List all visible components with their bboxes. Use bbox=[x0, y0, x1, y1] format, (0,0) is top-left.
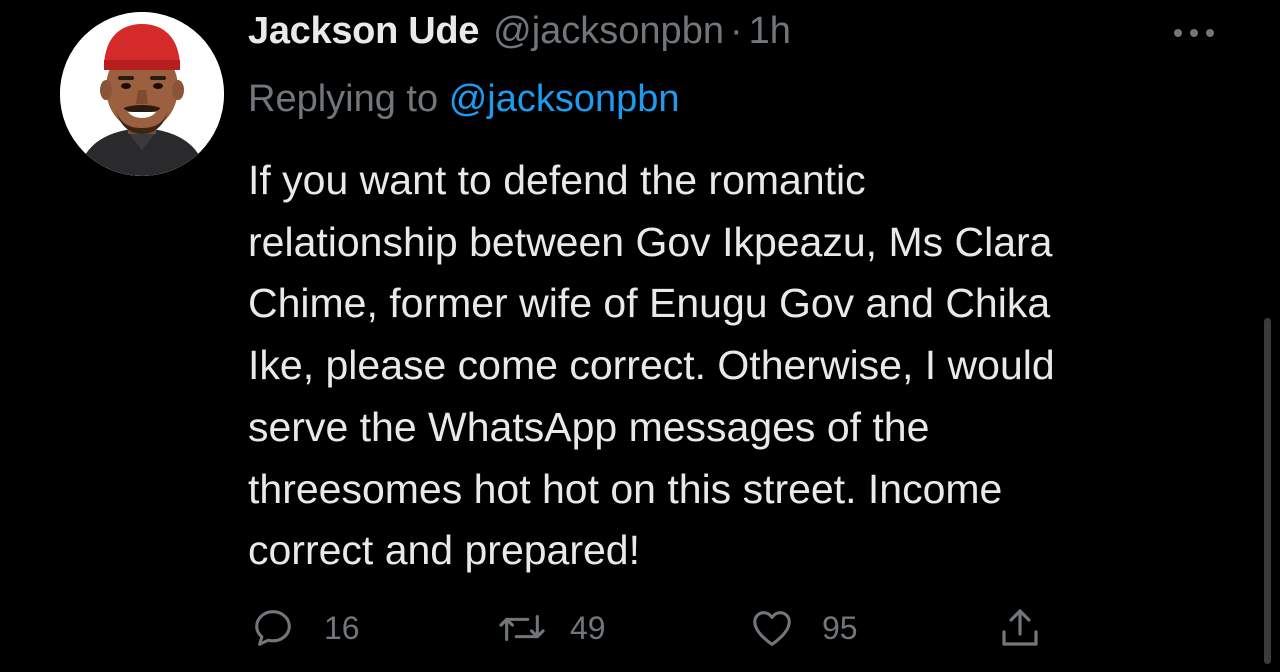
more-options-icon bbox=[1174, 29, 1214, 37]
tweet-text-line: Ike, please come correct. Otherwise, I w… bbox=[248, 342, 1055, 389]
replying-to: Replying to @jacksonpbn bbox=[248, 78, 680, 121]
like-button[interactable]: 95 bbox=[748, 600, 858, 656]
user-handle[interactable]: @jacksonpbn bbox=[493, 10, 724, 53]
tweet-text-line: serve the WhatsApp messages of the bbox=[248, 403, 930, 450]
scrollbar-thumb[interactable] bbox=[1264, 318, 1271, 664]
more-options-button[interactable] bbox=[1168, 18, 1220, 48]
retweet-icon bbox=[499, 614, 545, 642]
replying-to-label: Replying to bbox=[248, 78, 439, 120]
heart-icon bbox=[753, 611, 791, 646]
header-separator: · bbox=[729, 10, 743, 52]
reply-icon bbox=[255, 610, 291, 646]
reply-count: 16 bbox=[324, 609, 360, 646]
tweet-text: If you want to defend the romantic relat… bbox=[248, 150, 1208, 582]
retweet-button[interactable]: 49 bbox=[496, 600, 606, 656]
tweet-text-line: correct and prepared! bbox=[248, 527, 641, 574]
avatar[interactable] bbox=[60, 12, 224, 176]
tweet-header: Jackson Ude @jacksonpbn · 1h bbox=[248, 10, 791, 60]
share-icon bbox=[1002, 609, 1038, 646]
tweet-text-line: relationship between Gov Ikpeazu, Ms Cla… bbox=[248, 218, 1053, 265]
share-button[interactable] bbox=[996, 600, 1044, 656]
reply-button[interactable]: 16 bbox=[250, 600, 360, 656]
like-count: 95 bbox=[822, 609, 858, 646]
retweet-count: 49 bbox=[570, 609, 606, 646]
tweet-actions: 16 49 95 bbox=[0, 600, 1280, 656]
tweet-text-line: If you want to defend the romantic bbox=[248, 157, 866, 203]
tweet-text-line: threesomes hot hot on this street. Incom… bbox=[248, 465, 1003, 512]
avatar-illustration bbox=[60, 12, 224, 176]
replying-to-mention[interactable]: @jacksonpbn bbox=[449, 78, 680, 120]
display-name[interactable]: Jackson Ude bbox=[248, 10, 479, 53]
tweet-timestamp[interactable]: 1h bbox=[749, 10, 791, 53]
tweet-text-line: Chime, former wife of Enugu Gov and Chik… bbox=[248, 280, 1051, 327]
